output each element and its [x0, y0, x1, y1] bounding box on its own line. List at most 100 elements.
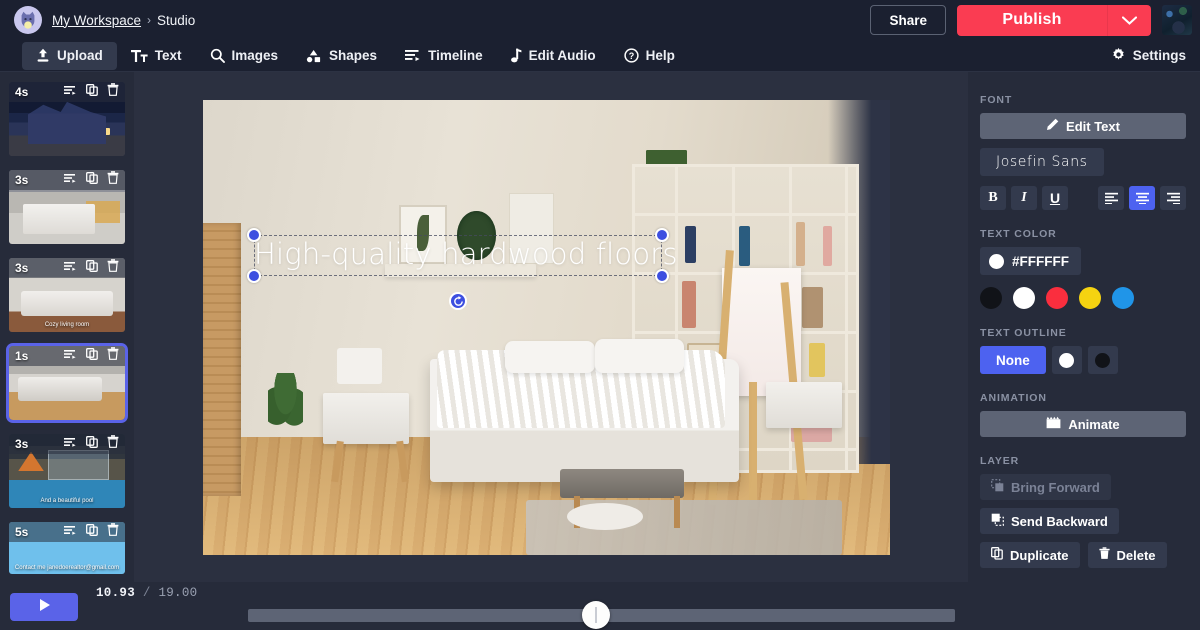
scene-thumbnail-6[interactable]: 5s Contact me janedoerealtor@gmail.com [9, 522, 125, 574]
scene-bench [560, 468, 684, 499]
layer-action-row: Duplicate Delete [980, 542, 1186, 576]
scene-duration: 4s [15, 85, 29, 99]
bring-forward-button[interactable]: Bring Forward [980, 474, 1111, 500]
swatch-white[interactable] [1013, 287, 1035, 309]
caption-icon[interactable] [64, 259, 77, 277]
user-profile-photo[interactable] [1162, 5, 1192, 35]
cat-avatar[interactable] [14, 6, 42, 34]
gear-icon [1111, 47, 1126, 65]
send-backward-button[interactable]: Send Backward [980, 508, 1119, 534]
duplicate-button[interactable]: Duplicate [980, 542, 1080, 568]
swatch-red[interactable] [1046, 287, 1068, 309]
properties-panel: FONT Edit Text Josefin Sans B I U TEXT C… [968, 72, 1200, 630]
caption-icon[interactable] [64, 171, 77, 189]
trash-icon[interactable] [107, 347, 119, 365]
scene-duration: 3s [15, 173, 29, 187]
scene-caption: Contact me janedoerealtor@gmail.com [14, 564, 120, 571]
animate-label: Animate [1068, 416, 1120, 432]
swatch-blue[interactable] [1112, 287, 1134, 309]
animation-label: ANIMATION [980, 392, 1047, 404]
resize-handle-bottom-left[interactable] [247, 269, 261, 283]
duplicate-icon[interactable] [86, 347, 98, 365]
share-button[interactable]: Share [870, 5, 946, 35]
tool-help[interactable]: ? Help [610, 42, 689, 70]
scene-pillow [505, 341, 595, 373]
caption-icon[interactable] [64, 523, 77, 541]
resize-handle-top-left[interactable] [247, 228, 261, 242]
delete-button[interactable]: Delete [1087, 542, 1167, 568]
outline-none-button[interactable]: None [980, 346, 1046, 374]
underline-button[interactable]: U [1042, 186, 1068, 210]
caption-icon[interactable] [64, 347, 77, 365]
scene-thumbnail-4[interactable]: 1s [6, 343, 128, 423]
scene-icon-group [64, 259, 119, 277]
scene-thumbnail-5[interactable]: 3s And a beautiful pool [9, 434, 125, 508]
tool-edit-audio[interactable]: Edit Audio [497, 42, 610, 70]
duplicate-icon[interactable] [86, 259, 98, 277]
duplicate-icon[interactable] [86, 171, 98, 189]
top-bar-actions: Share Publish [870, 4, 1200, 36]
music-note-icon [510, 48, 522, 63]
swatch-yellow[interactable] [1079, 287, 1101, 309]
resize-handle-top-right[interactable] [655, 228, 669, 242]
duplicate-icon[interactable] [86, 523, 98, 541]
trash-icon[interactable] [107, 83, 119, 101]
resize-handle-bottom-right[interactable] [655, 269, 669, 283]
tool-upload[interactable]: Upload [22, 41, 117, 70]
trash-icon[interactable] [107, 435, 119, 453]
tool-label: Timeline [428, 48, 483, 63]
outline-black-button[interactable] [1087, 346, 1118, 374]
text-style-row: B I U [980, 186, 1186, 210]
text-color-value[interactable]: #FFFFFF [980, 247, 1081, 275]
caption-icon[interactable] [64, 83, 77, 101]
color-swatch-row [980, 287, 1186, 309]
settings-button[interactable]: Settings [1111, 47, 1186, 65]
duplicate-icon[interactable] [86, 435, 98, 453]
scene-thumbnail-3[interactable]: 3s Cozy living room [9, 258, 125, 332]
scene-toolbar: 1s [9, 346, 125, 366]
video-canvas[interactable]: High-quality hardwood floors [203, 100, 890, 555]
scene-icon-group [64, 435, 119, 453]
align-center-icon[interactable] [1129, 186, 1155, 210]
bold-button[interactable]: B [980, 186, 1006, 210]
tool-text[interactable]: Text [117, 42, 196, 70]
send-backward-icon [991, 513, 1004, 529]
play-button[interactable] [10, 593, 78, 621]
italic-button[interactable]: I [1011, 186, 1037, 210]
top-bar: My Workspace › Studio Share Publish [0, 0, 1200, 40]
scene-rail[interactable]: 4s 3s 3s Cozy living room 1s 3s And a be… [0, 72, 134, 630]
studio-editor: My Workspace › Studio Share Publish Uplo… [0, 0, 1200, 630]
align-right-icon[interactable] [1160, 186, 1186, 210]
tool-images[interactable]: Images [196, 42, 293, 70]
color-preview-dot [989, 253, 1004, 269]
duplicate-icon[interactable] [86, 83, 98, 101]
scene-thumbnail-1[interactable]: 4s [9, 82, 125, 156]
font-family-select[interactable]: Josefin Sans [980, 148, 1104, 176]
scene-thumbnail-2[interactable]: 3s [9, 170, 125, 244]
publish-button[interactable]: Publish [957, 4, 1107, 36]
breadcrumb-workspace[interactable]: My Workspace [52, 13, 141, 28]
outline-white-dot [1059, 352, 1075, 368]
help-circle-icon: ? [623, 48, 639, 63]
scene-toolbar: 3s [9, 434, 125, 454]
tool-label: Edit Audio [528, 48, 596, 63]
chevron-down-icon[interactable] [1107, 4, 1151, 36]
trash-icon[interactable] [107, 523, 119, 541]
align-left-icon[interactable] [1098, 186, 1124, 210]
canvas-text-value[interactable]: High-quality hardwood floors [254, 233, 678, 275]
breadcrumb: My Workspace › Studio [52, 13, 195, 28]
tool-shapes[interactable]: Shapes [292, 42, 391, 70]
caption-icon[interactable] [64, 435, 77, 453]
animate-button[interactable]: Animate [980, 411, 1186, 437]
trash-icon[interactable] [107, 171, 119, 189]
outline-white-button[interactable] [1051, 346, 1082, 374]
scene-pillow [594, 338, 684, 373]
scene-wood-screen [203, 222, 242, 496]
scrubber-handle[interactable] [582, 601, 610, 629]
edit-text-button[interactable]: Edit Text [980, 113, 1186, 139]
swatch-black[interactable] [980, 287, 1002, 309]
tool-timeline[interactable]: Timeline [391, 42, 497, 70]
trash-icon[interactable] [107, 259, 119, 277]
rotate-icon[interactable] [449, 292, 467, 310]
text-layer-selection[interactable]: High-quality hardwood floors [247, 228, 678, 310]
